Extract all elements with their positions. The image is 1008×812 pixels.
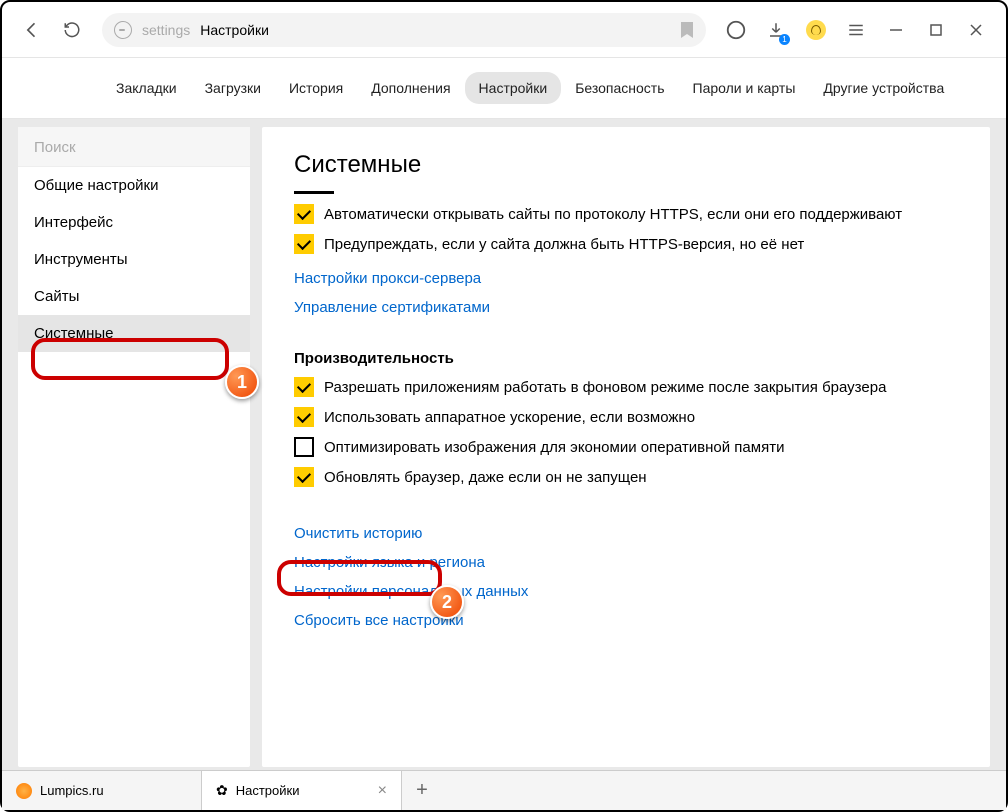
- settings-nav: Закладки Загрузки История Дополнения Нас…: [2, 58, 1006, 119]
- nav-bookmarks[interactable]: Закладки: [102, 72, 191, 104]
- callout-1: 1: [225, 365, 259, 399]
- callout-2: 2: [430, 585, 464, 619]
- downloads-badge: 1: [779, 34, 790, 45]
- nav-security[interactable]: Безопасность: [561, 72, 678, 104]
- opt-background-row: Разрешать приложениям работать в фоновом…: [294, 377, 958, 397]
- label-https-warn: Предупреждать, если у сайта должна быть …: [324, 236, 804, 253]
- close-button[interactable]: [958, 12, 994, 48]
- nav-passwords[interactable]: Пароли и карты: [679, 72, 810, 104]
- nav-devices[interactable]: Другие устройства: [809, 72, 958, 104]
- site-icon: [114, 21, 132, 39]
- tab-close-icon[interactable]: ×: [378, 782, 387, 800]
- opt-hwaccel-row: Использовать аппаратное ускорение, если …: [294, 407, 958, 427]
- tab-settings-label: Настройки: [236, 783, 300, 798]
- extension-icon: [806, 20, 826, 40]
- opt-https-warn-row: Предупреждать, если у сайта должна быть …: [294, 234, 958, 254]
- address-bar[interactable]: settings Настройки: [102, 13, 706, 47]
- browser-toolbar: settings Настройки 1: [2, 2, 1006, 58]
- checkbox-hwaccel[interactable]: [294, 407, 314, 427]
- checkbox-update[interactable]: [294, 467, 314, 487]
- minimize-button[interactable]: [878, 12, 914, 48]
- tab-lumpics[interactable]: Lumpics.ru: [2, 771, 202, 810]
- link-certs[interactable]: Управление сертификатами: [294, 299, 490, 316]
- label-background: Разрешать приложениям работать в фоновом…: [324, 379, 886, 396]
- nav-downloads[interactable]: Загрузки: [191, 72, 275, 104]
- nav-history[interactable]: История: [275, 72, 357, 104]
- checkbox-optimize[interactable]: [294, 437, 314, 457]
- opt-update-row: Обновлять браузер, даже если он не запущ…: [294, 467, 958, 487]
- link-personal[interactable]: Настройки персональных данных: [294, 583, 528, 600]
- sidebar-item-general[interactable]: Общие настройки: [18, 167, 250, 204]
- address-title: Настройки: [200, 22, 269, 38]
- opt-optimize-row: Оптимизировать изображения для экономии …: [294, 437, 958, 457]
- tab-settings[interactable]: ✿ Настройки ×: [202, 771, 402, 810]
- label-update: Обновлять браузер, даже если он не запущ…: [324, 469, 647, 486]
- nav-settings[interactable]: Настройки: [465, 72, 562, 104]
- heading-underline: [294, 191, 334, 194]
- link-proxy[interactable]: Настройки прокси-сервера: [294, 270, 481, 287]
- opt-https-auto-row: Автоматически открывать сайты по протоко…: [294, 204, 958, 224]
- nav-addons[interactable]: Дополнения: [357, 72, 464, 104]
- settings-sidebar: Поиск Общие настройки Интерфейс Инструме…: [18, 127, 250, 767]
- checkbox-https-warn[interactable]: [294, 234, 314, 254]
- sidebar-item-system[interactable]: Системные: [18, 315, 250, 352]
- link-lang-region[interactable]: Настройки языка и региона: [294, 554, 485, 571]
- link-clear-history[interactable]: Очистить историю: [294, 525, 422, 542]
- page-body: Поиск Общие настройки Интерфейс Инструме…: [2, 119, 1006, 775]
- reload-button[interactable]: [54, 12, 90, 48]
- maximize-button[interactable]: [918, 12, 954, 48]
- checkbox-background[interactable]: [294, 377, 314, 397]
- settings-content: Системные Автоматически открывать сайты …: [262, 127, 990, 767]
- sidebar-search[interactable]: Поиск: [18, 127, 250, 167]
- zen-button[interactable]: [718, 12, 754, 48]
- back-button[interactable]: [14, 12, 50, 48]
- tab-bar: Lumpics.ru ✿ Настройки × +: [2, 770, 1006, 810]
- address-prefix: settings: [142, 22, 190, 38]
- gear-icon: ✿: [216, 782, 228, 799]
- downloads-button[interactable]: 1: [758, 12, 794, 48]
- performance-heading: Производительность: [294, 350, 958, 367]
- label-hwaccel: Использовать аппаратное ускорение, если …: [324, 409, 695, 426]
- tab-lumpics-label: Lumpics.ru: [40, 783, 104, 798]
- lumpics-icon: [16, 783, 32, 799]
- checkbox-https-auto[interactable]: [294, 204, 314, 224]
- label-optimize: Оптимизировать изображения для экономии …: [324, 439, 784, 456]
- extension-button[interactable]: [798, 12, 834, 48]
- label-https-auto: Автоматически открывать сайты по протоко…: [324, 206, 902, 223]
- content-heading: Системные: [294, 151, 958, 179]
- sidebar-item-tools[interactable]: Инструменты: [18, 241, 250, 278]
- new-tab-button[interactable]: +: [402, 771, 442, 810]
- bookmark-icon[interactable]: [680, 21, 694, 39]
- menu-button[interactable]: [838, 12, 874, 48]
- sidebar-item-interface[interactable]: Интерфейс: [18, 204, 250, 241]
- sidebar-item-sites[interactable]: Сайты: [18, 278, 250, 315]
